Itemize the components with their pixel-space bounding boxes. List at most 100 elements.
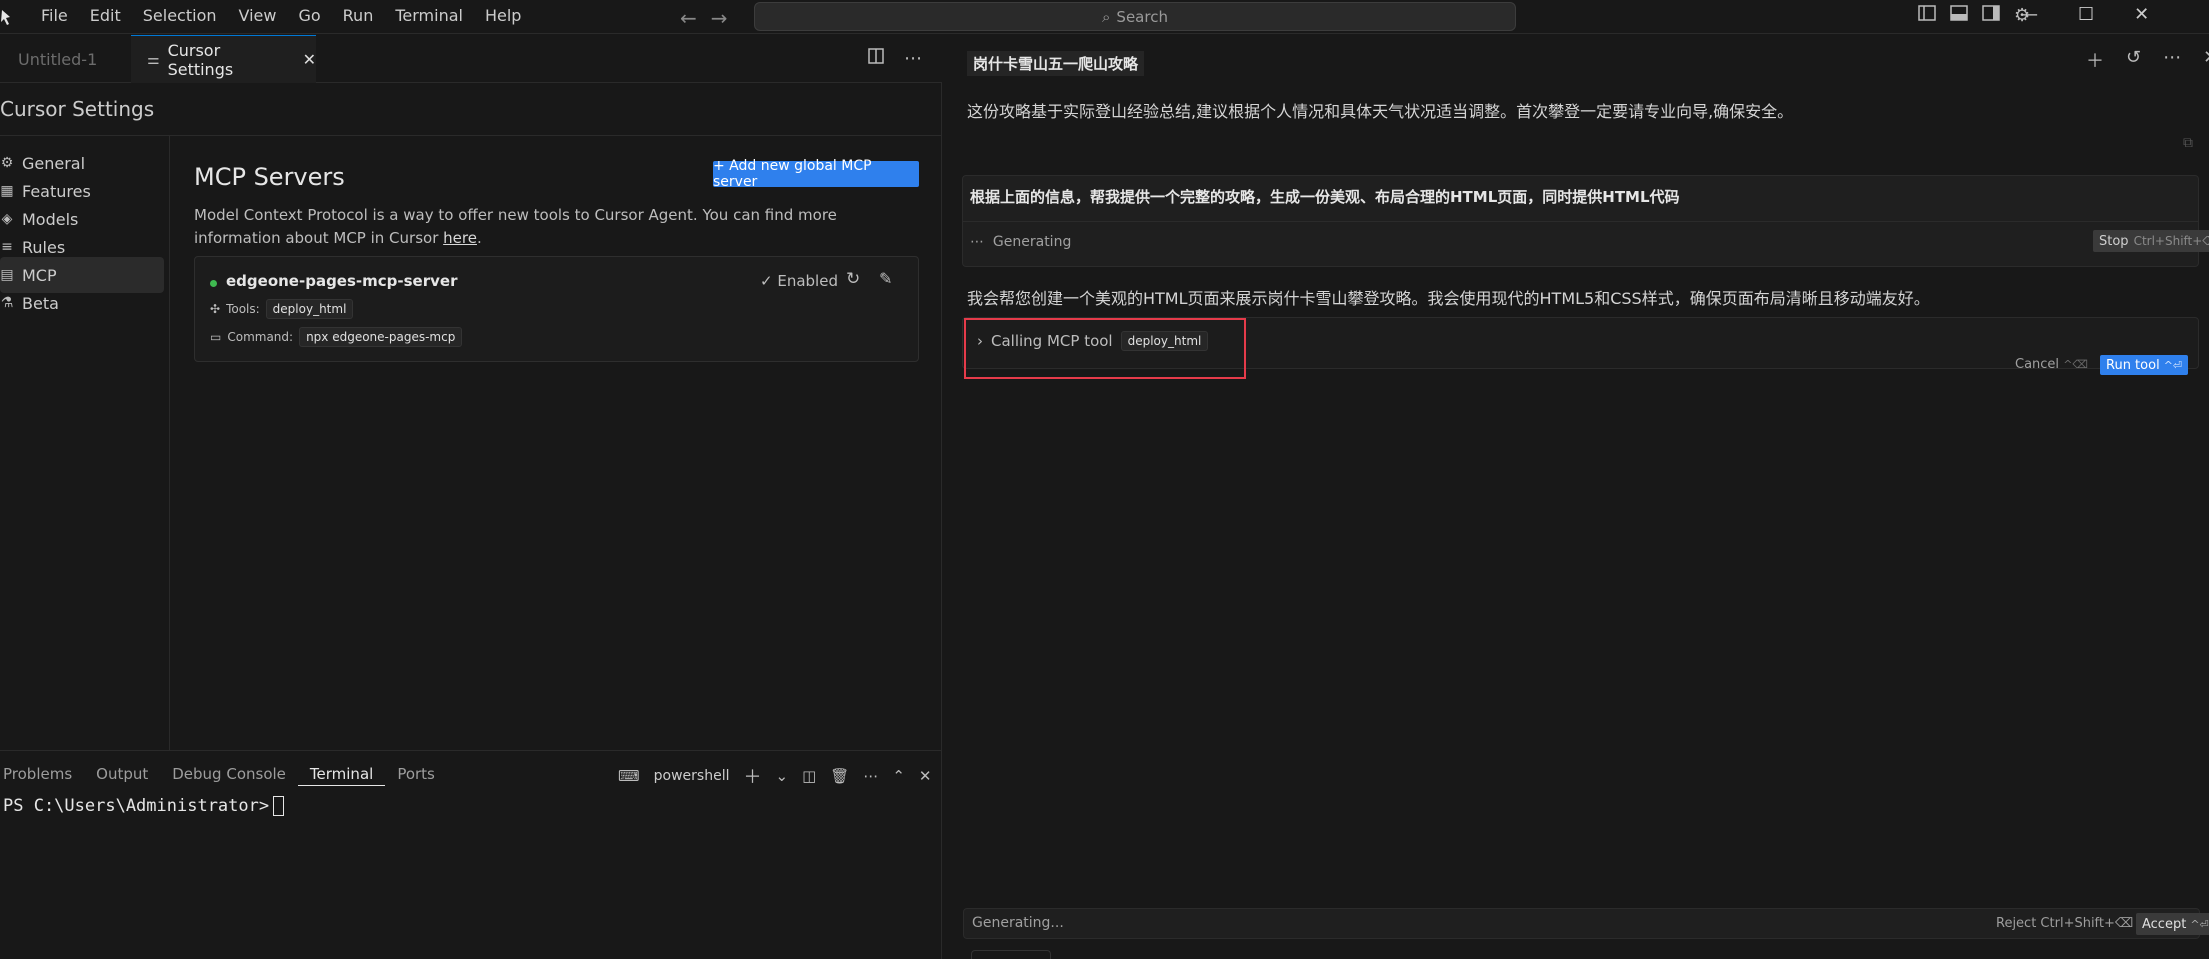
command-label: Command: (227, 330, 294, 344)
accept-label: Accept (2142, 916, 2187, 932)
status-dot (210, 280, 217, 287)
tab-label: Untitled-1 (18, 49, 98, 69)
dots-icon: ⋯ (970, 234, 984, 250)
refresh-icon[interactable]: ↻ (846, 269, 860, 289)
chat-pane: 岗什卡雪山五一爬山攻略 ＋ ↺ ⋯ ✕ 这份攻略基于实际登山经验总结,建议根据个… (943, 35, 2209, 959)
terminal-toolbar: ⌨ powershell ＋ ⌄ ◫ 🗑 ⋯ ⌃ ✕ (618, 763, 931, 789)
tab-cursor-settings[interactable]: ⚌ Cursor Settings ✕ (131, 35, 316, 83)
toggle-panel-icon[interactable] (1950, 5, 1968, 26)
terminal-box-icon: ▭ (210, 330, 222, 344)
command-search[interactable]: ⌕ Search (754, 2, 1516, 31)
chat-title: 岗什卡雪山五一爬山攻略 (967, 51, 1145, 76)
split-editor-icon[interactable] (868, 48, 884, 69)
split-terminal-icon[interactable]: ◫ (802, 767, 816, 785)
close-chat-icon[interactable]: ✕ (2203, 47, 2209, 73)
nav-arrows: ← → (680, 6, 728, 30)
history-icon[interactable]: ↺ (2126, 47, 2141, 73)
toggle-secondary-sidebar-icon[interactable] (1982, 5, 2000, 26)
assistant-intro-text: 这份攻略基于实际登山经验总结,建议根据个人情况和具体天气状况适当调整。首次攀登一… (967, 102, 1794, 121)
tab-output[interactable]: Output (84, 763, 160, 786)
user-message-text: 根据上面的信息，帮我提供一个完整的攻略，生成一份美观、布局合理的HTML页面，同… (970, 188, 1680, 206)
close-panel-icon[interactable]: ✕ (919, 767, 932, 785)
forward-arrow-icon[interactable]: → (711, 6, 728, 30)
accept-button[interactable]: Accept ^⏎ (2136, 913, 2209, 935)
stop-shortcut: Ctrl+Shift+⌫ (2133, 234, 2209, 248)
search-label: Search (1116, 7, 1168, 26)
bottom-generating-status: Generating... (972, 915, 1064, 931)
maximize-icon[interactable]: ☐ (2078, 4, 2094, 25)
assistant-message-text: 我会帮您创建一个美观的HTML页面来展示岗什卡雪山攀登攻略。我会使用现代的HTM… (967, 289, 1930, 308)
menu-help[interactable]: Help (474, 6, 532, 26)
user-message-box: 根据上面的信息，帮我提供一个完整的攻略，生成一份美观、布局合理的HTML页面，同… (962, 175, 2209, 267)
tab-debug-console[interactable]: Debug Console (160, 763, 298, 786)
editor-actions: ⋯ (868, 48, 922, 69)
grid-icon: ▦ (0, 183, 14, 199)
chat-actions: ＋ ↺ ⋯ ✕ (2086, 47, 2209, 73)
partial-element (971, 950, 1051, 959)
sidebar-item-beta[interactable]: ⚗ Beta (0, 285, 164, 321)
shell-name[interactable]: powershell (654, 768, 730, 784)
run-tool-button[interactable]: Run tool ^⏎ (2100, 355, 2189, 375)
chat-status-bar: Generating... Reject Ctrl+Shift+⌫ Accept… (963, 908, 2209, 939)
mcp-description: Model Context Protocol is a way to offer… (194, 204, 914, 250)
menu-go[interactable]: Go (287, 6, 331, 26)
toggle-primary-sidebar-icon[interactable] (1918, 5, 1936, 26)
menu-edit[interactable]: Edit (79, 6, 132, 26)
copy-icon[interactable]: ⧉ (2183, 135, 2193, 151)
sidebar-item-label: General (22, 153, 86, 173)
add-mcp-server-button[interactable]: + Add new global MCP server (713, 158, 919, 190)
chevron-right-icon: › (977, 332, 983, 350)
cancel-button[interactable]: Cancel ^⌫ (2015, 357, 2088, 372)
cursor-logo-icon (0, 8, 12, 26)
command-chip: npx edgeone-pages-mcp (299, 327, 463, 347)
tab-problems[interactable]: Problems (0, 763, 84, 786)
menu-terminal[interactable]: Terminal (384, 6, 474, 26)
tab-untitled[interactable]: Untitled-1 (0, 35, 130, 83)
terminal-prompt: PS C:\Users\Administrator> (3, 796, 270, 816)
gear-icon: ⚙ (0, 155, 14, 171)
divider (963, 221, 2198, 222)
sidebar-item-label: Beta (22, 293, 59, 313)
editor-tab-bar: Untitled-1 ⚌ Cursor Settings ✕ ⋯ (0, 35, 942, 83)
menu-file[interactable]: File (30, 6, 79, 26)
tab-terminal[interactable]: Terminal (297, 763, 386, 786)
reject-button[interactable]: Reject Ctrl+Shift+⌫ (1996, 916, 2133, 931)
sidebar-item-label: Features (22, 181, 91, 201)
server-status[interactable]: ✓ Enabled (760, 272, 838, 290)
more-actions-icon[interactable]: ⋯ (863, 767, 878, 785)
server-name: edgeone-pages-mcp-server (226, 272, 458, 290)
generating-label: Generating (992, 234, 1072, 250)
server-status-label: Enabled (777, 272, 838, 290)
tool-chip: deploy_html (265, 299, 354, 319)
terminal-prompt-line[interactable]: PS C:\Users\Administrator> (3, 796, 285, 816)
run-shortcut: ^⏎ (2163, 358, 2183, 372)
menu-selection[interactable]: Selection (132, 6, 228, 26)
mcp-description-text: Model Context Protocol is a way to offer… (194, 206, 837, 247)
tab-ports[interactable]: Ports (385, 763, 447, 786)
stop-button[interactable]: Stop Ctrl+Shift+⌫ (2093, 230, 2209, 252)
mcp-docs-link[interactable]: here (443, 229, 477, 247)
accept-shortcut: ^⏎ (2190, 917, 2209, 931)
chevron-down-icon[interactable]: ⌄ (776, 767, 789, 785)
menu-run[interactable]: Run (332, 6, 385, 26)
trash-icon[interactable]: 🗑 (830, 767, 849, 785)
edit-pencil-icon[interactable]: ✎ (879, 269, 892, 288)
tool-call-toggle[interactable]: › Calling MCP tool deploy_html (977, 331, 1209, 351)
close-window-icon[interactable]: ✕ (2134, 4, 2149, 25)
maximize-panel-icon[interactable]: ⌃ (892, 767, 905, 785)
stop-label: Stop (2099, 233, 2129, 249)
editor-area: Untitled-1 ⚌ Cursor Settings ✕ ⋯ Cursor … (0, 35, 942, 750)
new-chat-icon[interactable]: ＋ (2086, 47, 2104, 73)
sidebar-item-label: Models (22, 209, 79, 229)
menu-view[interactable]: View (228, 6, 288, 26)
back-arrow-icon[interactable]: ← (680, 6, 697, 30)
menu-bar: File Edit Selection View Go Run Terminal… (30, 6, 532, 26)
bottom-panel: Problems Output Debug Console Terminal P… (0, 750, 942, 959)
minimize-icon[interactable]: — (2020, 4, 2038, 25)
close-tab-icon[interactable]: ✕ (303, 50, 316, 69)
more-actions-icon[interactable]: ⋯ (2163, 47, 2181, 73)
mcp-servers-heading: MCP Servers (194, 163, 345, 191)
cancel-label: Cancel (2015, 357, 2060, 372)
more-actions-icon[interactable]: ⋯ (904, 48, 922, 69)
new-terminal-icon[interactable]: ＋ (744, 763, 762, 789)
